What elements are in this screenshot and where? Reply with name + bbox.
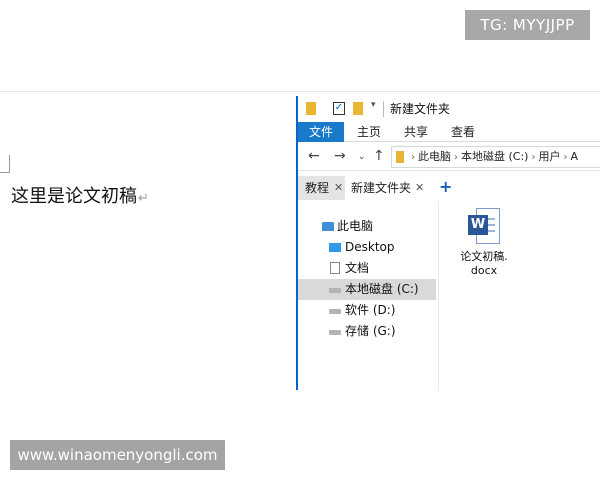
sidebar-item-this-pc[interactable]: 此电脑 — [298, 216, 436, 237]
breadcrumb-users[interactable]: 用户 — [538, 150, 560, 163]
close-icon[interactable]: ✕ — [334, 176, 343, 200]
drive-icon — [329, 309, 341, 314]
window-title: 新建文件夹 — [390, 102, 451, 116]
back-arrow-icon[interactable]: ← — [308, 148, 320, 164]
breadcrumb-user[interactable]: A — [570, 150, 578, 163]
tab-new-folder[interactable]: 新建文件夹 ✕ — [347, 176, 429, 200]
paragraph-mark-icon: ↵ — [138, 191, 149, 206]
sidebar-item-local-disk-c[interactable]: 本地磁盘 (C:) — [298, 279, 436, 300]
document-ruler-line — [0, 91, 600, 92]
sidebar-item-documents[interactable]: 文档 — [298, 258, 436, 279]
sidebar-item-label: 文档 — [345, 261, 370, 275]
drive-icon — [329, 288, 341, 293]
sidebar-item-label: Desktop — [345, 240, 395, 254]
folder-icon — [396, 151, 404, 163]
sidebar-item-label: 软件 (D:) — [345, 303, 396, 317]
add-tab-plus-icon[interactable]: + — [439, 177, 452, 196]
pin-icon[interactable] — [306, 102, 316, 115]
navigation-bar: ← → ⌄ ↑ › 此电脑 › 本地磁盘 (C:) › 用户 › A — [298, 143, 600, 171]
sidebar-item-software-d[interactable]: 软件 (D:) — [298, 300, 436, 321]
ribbon-tab-file[interactable]: 文件 — [298, 122, 344, 142]
pane-divider[interactable] — [438, 201, 439, 390]
ribbon-tab-view[interactable]: 查看 — [440, 122, 486, 142]
word-document-icon: W — [468, 208, 500, 244]
file-item-thesis-draft[interactable]: W 论文初稿. docx — [453, 208, 515, 278]
breadcrumb-local-disk[interactable]: 本地磁盘 (C:) — [461, 150, 528, 163]
page-corner-mark — [0, 155, 10, 173]
ribbon-tab-share[interactable]: 共享 — [393, 122, 439, 142]
desktop-icon — [329, 243, 341, 252]
sidebar-item-label: 此电脑 — [337, 219, 374, 233]
breadcrumb-separator-icon: › — [454, 152, 458, 163]
up-arrow-icon[interactable]: ↑ — [373, 148, 385, 164]
file-explorer-window: ✓ ▾ 新建文件夹 文件 主页 共享 查看 ← → ⌄ ↑ › 此电脑 › 本地磁盘 … — [296, 96, 600, 390]
sidebar-item-desktop[interactable]: Desktop — [298, 237, 436, 258]
site-watermark: www.winaomenyongli.com — [10, 440, 225, 470]
ribbon-tabs: 文件 主页 共享 查看 — [298, 122, 600, 142]
file-name-line: 论文初稿. — [460, 250, 508, 263]
properties-check-icon[interactable]: ✓ — [333, 102, 345, 115]
ribbon-tab-home[interactable]: 主页 — [346, 122, 392, 142]
document-text: 这里是论文初稿 — [11, 186, 137, 207]
breadcrumb-separator-icon: › — [563, 152, 568, 163]
tg-watermark: TG: MYYJJPP — [465, 10, 590, 40]
sidebar-item-storage-g[interactable]: 存储 (G:) — [298, 321, 436, 342]
forward-arrow-icon[interactable]: → — [334, 148, 346, 164]
sidebar-item-label: 本地磁盘 (C:) — [345, 282, 419, 296]
document-icon — [330, 262, 340, 274]
document-body-text[interactable]: 这里是论文初稿↵ — [11, 182, 149, 208]
sidebar-item-label: 存储 (G:) — [345, 324, 396, 338]
computer-icon — [322, 222, 334, 231]
tab-label: 新建文件夹 — [351, 181, 412, 195]
title-bar: ✓ ▾ 新建文件夹 — [298, 96, 600, 122]
quick-access-dropdown-icon[interactable]: ▾ — [371, 100, 376, 110]
word-badge: W — [468, 215, 488, 235]
tab-tutorial[interactable]: 教程 ✕ — [298, 176, 345, 200]
recent-locations-chevron-icon[interactable]: ⌄ — [358, 152, 366, 162]
file-name-line: docx — [470, 264, 498, 277]
file-name: 论文初稿. docx — [453, 250, 515, 278]
breadcrumb-this-pc[interactable]: 此电脑 — [418, 150, 451, 163]
close-icon[interactable]: ✕ — [415, 176, 424, 200]
breadcrumb: › 此电脑 › 本地磁盘 (C:) › 用户 › A — [408, 147, 578, 167]
drive-icon — [329, 330, 341, 335]
title-separator — [383, 101, 384, 117]
new-folder-icon[interactable] — [353, 102, 363, 115]
tab-label: 教程 — [305, 181, 330, 195]
address-bar[interactable]: › 此电脑 › 本地磁盘 (C:) › 用户 › A — [391, 146, 600, 168]
breadcrumb-separator-icon: › — [531, 152, 536, 163]
breadcrumb-separator-icon: › — [411, 152, 415, 163]
